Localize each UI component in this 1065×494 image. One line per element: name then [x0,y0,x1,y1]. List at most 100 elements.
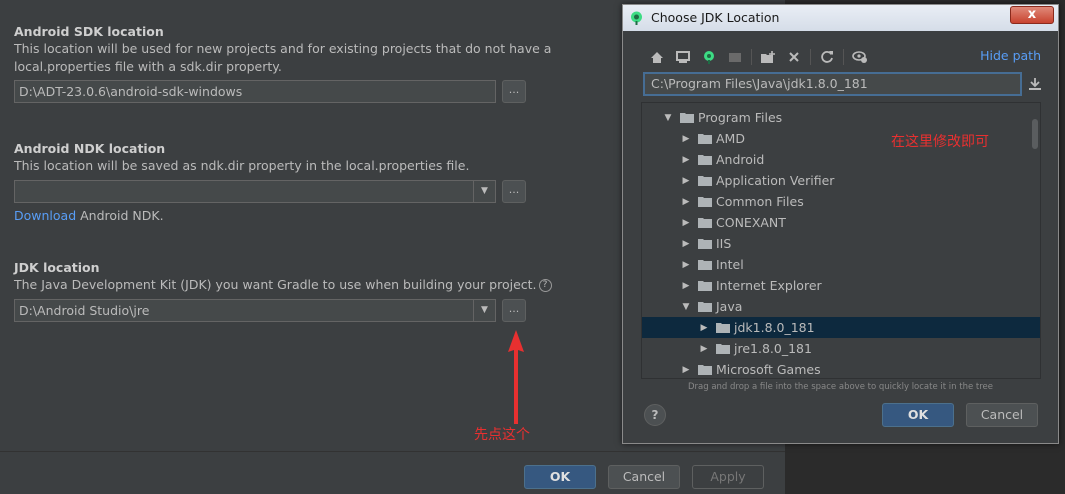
annotation-click-first: 先点这个 [474,427,530,443]
tree-item[interactable]: ▶ IIS [642,233,1040,254]
chevron-right-icon[interactable]: ▶ [680,260,692,270]
desktop-icon[interactable] [673,47,693,67]
module-icon [725,47,745,67]
tree-item[interactable]: ▶ Android [642,149,1040,170]
folder-icon [698,197,712,207]
chevron-right-icon[interactable]: ▶ [680,134,692,144]
help-icon[interactable]: ? [538,279,552,292]
folder-icon [698,134,712,144]
folder-icon [698,176,712,186]
jdk-location-desc: The Java Development Kit (JDK) you want … [14,277,537,292]
dialog-titlebar[interactable]: Choose JDK Location x [623,5,1058,31]
tree-item-label: Internet Explorer [716,278,822,293]
jdk-location-title: JDK location [14,260,100,275]
tree-item[interactable]: ▶ Internet Explorer [642,275,1040,296]
ndk-browse-button[interactable]: ... [502,180,526,203]
refresh-icon[interactable] [817,47,837,67]
sdk-location-title: Android SDK location [14,24,164,39]
chevron-right-icon[interactable]: ▶ [680,365,692,375]
tree-item[interactable]: ▶ Application Verifier [642,170,1040,191]
chevron-right-icon[interactable]: ▶ [680,218,692,228]
chevron-right-icon[interactable]: ▶ [698,323,710,333]
chevron-right-icon[interactable]: ▶ [680,281,692,291]
annotation-arrow-icon [508,330,524,424]
sdk-browse-button[interactable]: ... [502,80,526,103]
sdk-location-desc-line1: This location will be used for new proje… [14,41,552,56]
path-input[interactable]: C:\Program Files\Java\jdk1.8.0_181 [643,72,1022,96]
cancel-button[interactable]: Cancel [608,465,680,489]
annotation-modify-here: 在这里修改即可 [891,134,989,150]
ok-button[interactable]: OK [524,465,596,489]
new-folder-icon[interactable] [758,47,778,67]
download-icon[interactable] [1027,76,1043,92]
apply-button[interactable]: Apply [692,465,764,489]
tree-item[interactable]: ▶ jre1.8.0_181 [642,338,1040,359]
tree-item-label: Intel [716,257,744,272]
dialog-toolbar [647,47,876,67]
tree-item[interactable]: ▶ jdk1.8.0_181 [642,317,1040,338]
chevron-right-icon[interactable]: ▶ [698,344,710,354]
project-icon[interactable] [699,47,719,67]
jdk-location-value: D:\Android Studio\jre [19,303,150,318]
chevron-right-icon[interactable]: ▶ [680,239,692,249]
tree-item-label: AMD [716,131,745,146]
download-ndk-line: Download Android NDK. [14,207,164,225]
folder-icon [698,260,712,270]
tree-item[interactable]: ▶ CONEXANT [642,212,1040,233]
toolbar-separator [810,49,811,65]
tree-item[interactable]: ▶ Intel [642,254,1040,275]
chevron-down-icon[interactable]: ▼ [473,300,495,321]
sdk-location-desc-line2: local.properties file with a sdk.dir pro… [14,59,282,74]
home-icon[interactable] [647,47,667,67]
chevron-right-icon[interactable]: ▶ [680,155,692,165]
download-ndk-link[interactable]: Download [14,208,76,223]
tree-item-label: Android [716,152,765,167]
jdk-browse-button[interactable]: ... [502,299,526,322]
tree-item[interactable]: ▶ Common Files [642,191,1040,212]
close-icon[interactable]: x [1010,6,1054,24]
dialog-title: Choose JDK Location [651,10,780,25]
tree-item-label: jdk1.8.0_181 [734,320,815,335]
ndk-location-title: Android NDK location [14,141,166,156]
dialog-cancel-button[interactable]: Cancel [966,403,1038,427]
ndk-location-desc: This location will be saved as ndk.dir p… [14,158,470,173]
folder-icon [698,155,712,165]
dialog-ok-button[interactable]: OK [882,403,954,427]
tree-item[interactable]: ▼ Program Files [642,107,1040,128]
jdk-location-desc-line: The Java Development Kit (JDK) you want … [14,276,552,294]
tree-item-label: Java [716,299,743,314]
folder-icon [716,344,730,354]
sdk-location-field[interactable]: D:\ADT-23.0.6\android-sdk-windows [14,80,496,103]
toolbar-separator [843,49,844,65]
toolbar-separator [751,49,752,65]
jdk-location-combo[interactable]: D:\Android Studio\jre ▼ [14,299,496,322]
folder-icon [698,302,712,312]
folder-icon [698,218,712,228]
chevron-right-icon[interactable]: ▶ [680,176,692,186]
drag-drop-hint: Drag and drop a file into the space abov… [687,382,993,392]
folder-icon [698,239,712,249]
android-studio-icon [631,11,642,25]
ndk-location-combo[interactable]: ▼ [14,180,496,203]
help-icon[interactable]: ? [644,404,666,426]
folder-icon [698,281,712,291]
tree-item-label: Application Verifier [716,173,835,188]
tree-item[interactable]: ▶ Microsoft Games [642,359,1040,378]
delete-icon[interactable] [784,47,804,67]
tree-item[interactable]: ▼ Java [642,296,1040,317]
show-hidden-icon[interactable] [850,47,870,67]
chevron-down-icon[interactable]: ▼ [473,181,495,202]
tree-item-label: Common Files [716,194,804,209]
chevron-right-icon[interactable]: ▶ [680,197,692,207]
tree-item-label: CONEXANT [716,215,786,230]
download-ndk-suffix: Android NDK. [80,208,164,223]
folder-icon [698,365,712,375]
chevron-down-icon[interactable]: ▼ [662,113,674,123]
tree-item-label: Program Files [698,110,783,125]
folder-icon [680,113,694,123]
tree-item-label: IIS [716,236,732,251]
folder-icon [716,323,730,333]
chevron-down-icon[interactable]: ▼ [680,302,692,312]
hide-path-link[interactable]: Hide path [980,48,1041,63]
choose-jdk-dialog: Choose JDK Location x Hide path C:\Progr… [622,4,1059,444]
